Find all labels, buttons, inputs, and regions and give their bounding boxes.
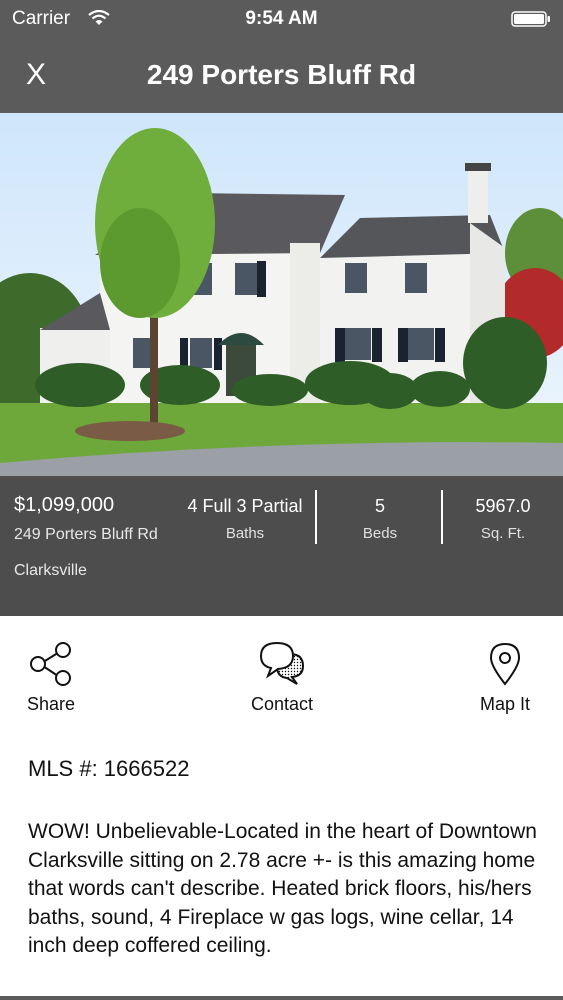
clock: 9:54 AM (245, 8, 318, 29)
sqft-stat: 5967.0 Sq. Ft. (443, 496, 563, 542)
status-bar: Carrier 9:54 AM (0, 0, 563, 38)
beds-stat: 5 Beds (318, 496, 442, 542)
city: Clarksville (14, 562, 87, 579)
bottom-divider (0, 996, 563, 1000)
share-icon (30, 642, 71, 686)
map-pin-icon (489, 642, 521, 686)
map-it-button[interactable]: Map It (468, 640, 542, 715)
baths-value: 4 Full 3 Partial (187, 496, 303, 516)
listing-summary: $1,099,000 249 Porters Bluff Rd Clarksvi… (0, 476, 563, 616)
sqft-label: Sq. Ft. (480, 525, 526, 542)
page-title: 249 Porters Bluff Rd (146, 59, 417, 90)
share-button[interactable]: Share (14, 640, 88, 715)
sqft-value: 5967.0 (475, 496, 531, 516)
beds-value: 5 (374, 496, 385, 516)
action-bar: Share Contact Map It (0, 616, 563, 726)
chat-bubbles-icon (259, 641, 305, 685)
mls-number: MLS #: 1666522 (28, 756, 190, 781)
property-photo[interactable] (0, 113, 563, 476)
price: $1,099,000 (14, 494, 115, 516)
beds-label: Beds (362, 525, 398, 542)
address: 249 Porters Bluff Rd (14, 526, 158, 543)
top-bar: Carrier 9:54 AM X 249 Porters Bluff Rd (0, 0, 563, 113)
contact-button[interactable]: Contact (232, 640, 332, 715)
battery-icon (511, 11, 550, 27)
baths-stat: 4 Full 3 Partial Baths (175, 496, 315, 542)
house-image (0, 113, 563, 476)
listing-description: WOW! Unbelievable-Located in the heart o… (28, 820, 537, 957)
map-it-label: Map It (479, 694, 531, 714)
baths-label: Baths (225, 525, 265, 542)
share-label: Share (26, 694, 76, 714)
contact-label: Contact (250, 694, 314, 714)
divider (315, 490, 317, 544)
